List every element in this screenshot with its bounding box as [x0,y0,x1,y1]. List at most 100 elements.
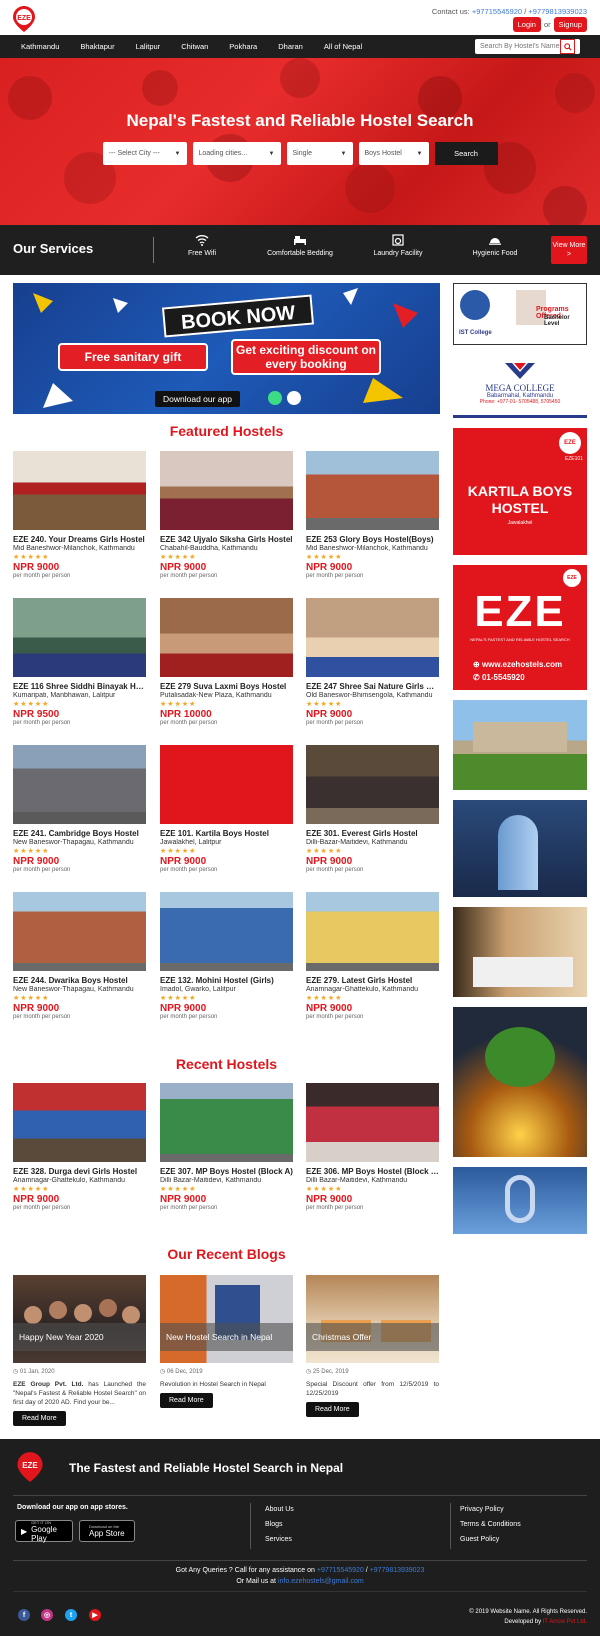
footer-phone-2[interactable]: +9779813939023 [370,1567,425,1574]
hostel-card[interactable]: EZE 307. MP Boys Hostel (Block A) Dilli B… [160,1083,293,1211]
hostel-name[interactable]: EZE 342 Ujyalo Siksha Girls Hostel [160,535,293,544]
footer-link-services[interactable]: Services [265,1536,292,1543]
app-store-button[interactable]: Download on the App Store [79,1520,135,1542]
nav-item-lalitpur[interactable]: Lalitpur [136,42,161,51]
hostel-card[interactable]: EZE 241. Cambridge Boys Hostel New Banesw… [13,745,146,873]
google-play-button[interactable]: ▶ GET IT ON Google Play [15,1520,73,1543]
contact-phone-2[interactable]: +9779813939023 [528,7,587,16]
hostel-card[interactable]: EZE 279. Latest Girls Hostel Anamnagar-Gh… [306,892,439,1020]
nav-item-kathmandu[interactable]: Kathmandu [21,42,59,51]
hostel-name[interactable]: EZE 253 Glory Boys Hostel(Boys) [306,535,439,544]
hostel-name[interactable]: EZE 247 Shree Sai Nature Girls Hostel [306,682,439,691]
nav-item-bhaktapur[interactable]: Bhaktapur [80,42,114,51]
eze-logo[interactable]: EZE [12,5,36,33]
blog-card[interactable]: Happy New Year 2020 ◷ 01 Jan, 2020 EZE G… [13,1275,146,1426]
hostel-name[interactable]: EZE 101. Kartila Boys Hostel [160,829,293,838]
hostel-image[interactable] [306,451,439,530]
hostel-name[interactable]: EZE 328. Durga devi Girls Hostel [13,1167,146,1176]
blog-card[interactable]: New Hostel Search in Nepal ◷ 06 Dec, 201… [160,1275,293,1408]
hostel-name[interactable]: EZE 306. MP Boys Hostel (Block B) [306,1167,439,1176]
hostel-image[interactable] [160,451,293,530]
developer-link[interactable]: IT Arrow Pvt Ltd. [543,1619,587,1625]
view-more-services-button[interactable]: View More > [551,236,587,264]
signup-button[interactable]: Signup [553,17,587,32]
hostel-image[interactable] [13,1083,146,1162]
android-icon[interactable] [268,391,282,405]
hostel-image[interactable] [306,892,439,971]
eze-phone-text: 01-5545920 [481,673,525,682]
hostel-card[interactable]: EZE 342 Ujyalo Siksha Girls Hostel Chabah… [160,451,293,579]
hotel-room-photo [453,907,587,997]
hostel-name[interactable]: EZE 116 Shree Siddhi Binayak Hostel [13,682,146,691]
ring-shape [505,1175,535,1223]
nav-item-all-nepal[interactable]: All of Nepal [324,42,362,51]
kartila-hostel-ad[interactable]: EZE EZE101 KARTILA BOYS HOSTEL Jawalakhe… [453,428,587,555]
hostel-card[interactable]: EZE 240. Your Dreams Girls Hostel Mid Ban… [13,451,146,579]
footer-logo[interactable]: EZE [13,1451,47,1483]
room-type-select[interactable]: Single ▼ [286,142,353,165]
search-icon[interactable] [560,39,575,54]
hostel-name[interactable]: EZE 241. Cambridge Boys Hostel [13,829,146,838]
hostel-image[interactable] [13,892,146,971]
ist-college-ad[interactable]: IST College Programs Offered Bachelor Le… [453,283,587,345]
hostel-name[interactable]: EZE 307. MP Boys Hostel (Block A) [160,1167,293,1176]
eze-promo-ad[interactable]: EZE EZE NEPAL'S FASTEST AND RELIABLE HOS… [453,565,587,690]
mega-college-ad[interactable]: MEGA COLLEGE Babarmahal, Kathmandu Phone… [453,355,587,418]
hostel-card[interactable]: EZE 328. Durga devi Girls Hostel Anamnaga… [13,1083,146,1211]
apple-icon[interactable] [287,391,301,405]
app-store-text: App Store [89,1529,125,1538]
locality-select[interactable]: Loading cities... ▼ [192,142,281,165]
footer-mail-link[interactable]: info.ezehostels@gmail.com [278,1578,364,1585]
download-app-button[interactable]: Download our app [155,391,240,407]
read-more-button[interactable]: Read More [160,1393,213,1408]
footer-link-blogs[interactable]: Blogs [265,1521,283,1528]
footer-link-privacy[interactable]: Privacy Policy [460,1506,504,1513]
nav-item-pokhara[interactable]: Pokhara [229,42,257,51]
hostel-card[interactable]: EZE 301. Everest Girls Hostel Dilli-Bazar… [306,745,439,873]
hostel-card[interactable]: EZE 253 Glory Boys Hostel(Boys) Mid Banes… [306,451,439,579]
hostel-image[interactable] [306,598,439,677]
footer-link-terms[interactable]: Terms & Conditions [460,1521,521,1528]
hostel-image[interactable] [160,892,293,971]
hostel-image[interactable] [160,598,293,677]
login-button[interactable]: Login [512,17,541,32]
hostel-type-select[interactable]: Boys Hostel ▼ [358,142,429,165]
read-more-button[interactable]: Read More [306,1402,359,1417]
hostel-name[interactable]: EZE 279 Suva Laxmi Boys Hostel [160,682,293,691]
blog-card[interactable]: Christmas Offer ◷ 25 Dec, 2019 Special D… [306,1275,439,1417]
hostel-card[interactable]: EZE 247 Shree Sai Nature Girls Hostel Old… [306,598,439,726]
hostel-card[interactable]: EZE 244. Dwarika Boys Hostel New Baneswor… [13,892,146,1020]
hostel-card[interactable]: EZE 279 Suva Laxmi Boys Hostel Putalisada… [160,598,293,726]
hostel-image[interactable] [13,451,146,530]
hostel-image[interactable] [160,1083,293,1162]
hostel-card[interactable]: EZE 306. MP Boys Hostel (Block B) Dilli B… [306,1083,439,1211]
hostel-image[interactable] [306,745,439,824]
hostel-name[interactable]: EZE 132. Mohini Hostel (Girls) [160,976,293,985]
book-now-promo-banner[interactable]: BOOK NOW Free sanitary gift Get exciting… [13,283,440,414]
instagram-icon[interactable]: ◎ [41,1609,53,1621]
hostel-card[interactable]: EZE 116 Shree Siddhi Binayak Hostel Kumar… [13,598,146,726]
hostel-name[interactable]: EZE 244. Dwarika Boys Hostel [13,976,146,985]
footer-phone-1[interactable]: +97715545920 [317,1567,364,1574]
footer-link-guest-policy[interactable]: Guest Policy [460,1536,499,1543]
hero-search-button[interactable]: Search [434,142,498,165]
city-select[interactable]: --- Select City --- ▼ [102,142,187,165]
read-more-button[interactable]: Read More [13,1411,66,1426]
hostel-image[interactable] [13,598,146,677]
footer-link-about[interactable]: About Us [265,1506,294,1513]
facebook-icon[interactable]: f [18,1609,30,1621]
hostel-name[interactable]: EZE 301. Everest Girls Hostel [306,829,439,838]
nav-item-dharan[interactable]: Dharan [278,42,303,51]
nav-item-chitwan[interactable]: Chitwan [181,42,208,51]
hostel-card[interactable]: EZE 132. Mohini Hostel (Girls) Imadol, Gw… [160,892,293,1020]
youtube-icon[interactable]: ▶ [89,1609,101,1621]
hostel-image[interactable] [13,745,146,824]
hostel-image[interactable] [160,745,293,824]
hostel-search-input[interactable] [475,43,560,50]
hostel-card[interactable]: EZE 101. Kartila Boys Hostel Jawalakhel, … [160,745,293,873]
hostel-image[interactable] [306,1083,439,1162]
hostel-name[interactable]: EZE 240. Your Dreams Girls Hostel [13,535,146,544]
twitter-icon[interactable]: t [65,1609,77,1621]
contact-phone-1[interactable]: +97715545920 [472,7,522,16]
hostel-name[interactable]: EZE 279. Latest Girls Hostel [306,976,439,985]
